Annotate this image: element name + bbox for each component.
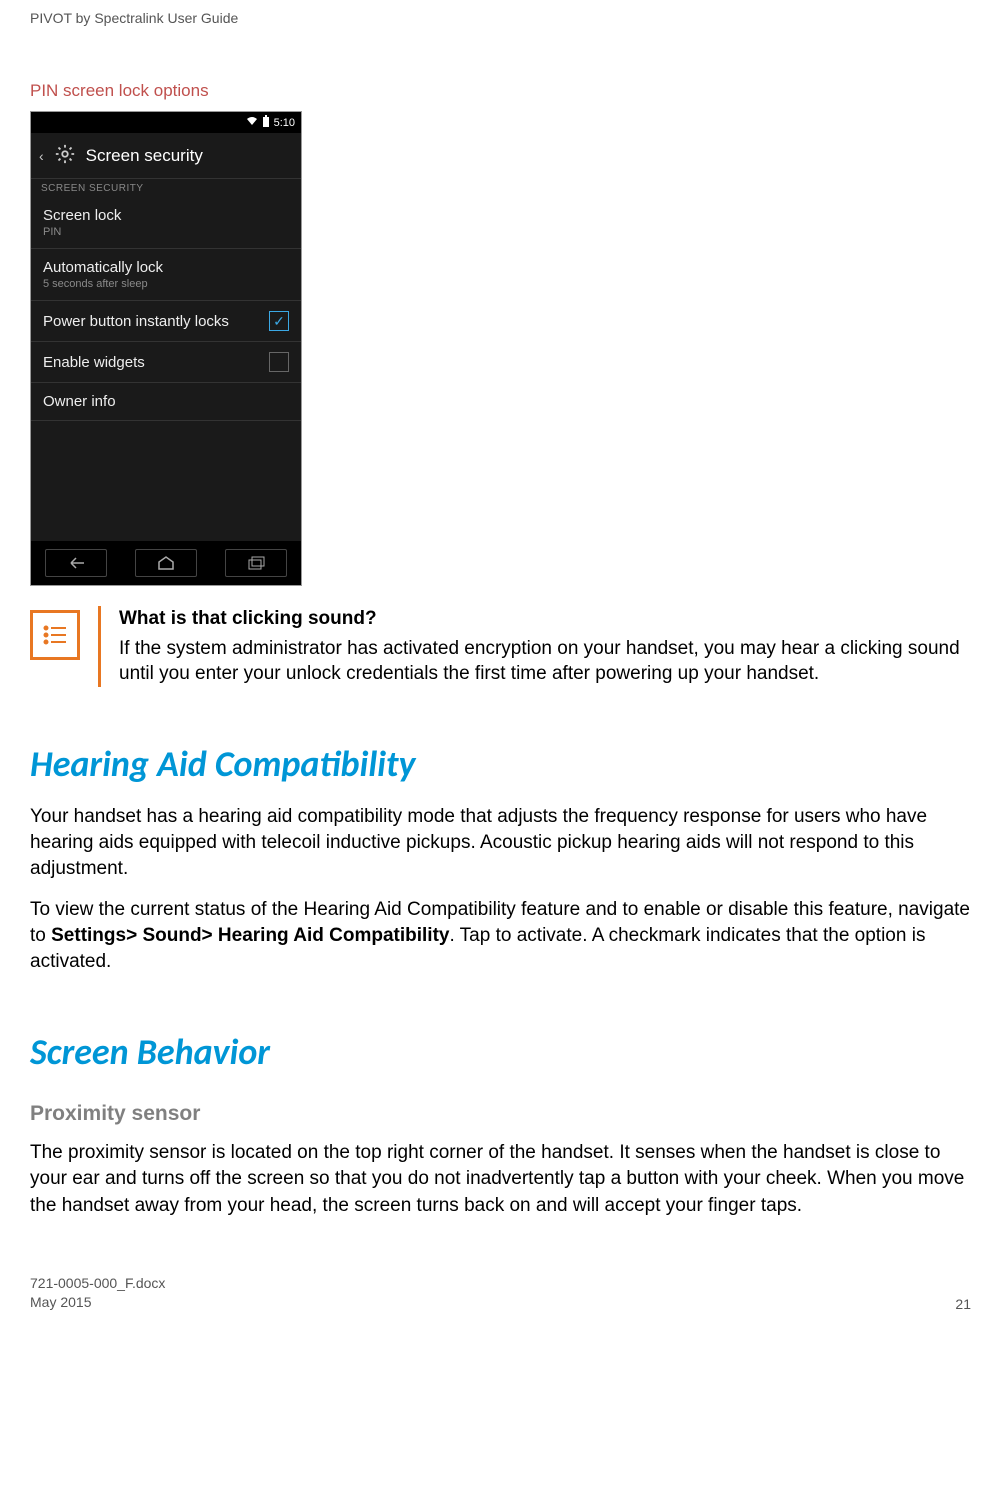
phone-blank-area [31,421,301,541]
setting-enable-widgets: Enable widgets [31,342,301,383]
doc-header: PIVOT by Spectralink User Guide [30,0,971,26]
setting-sublabel: 5 seconds after sleep [43,278,163,290]
note-callout: What is that clicking sound? If the syst… [30,606,971,687]
setting-power-button: Power button instantly locks ✓ [31,301,301,342]
note-body: If the system administrator has activate… [119,636,971,687]
note-list-icon [30,610,80,660]
footer-page-number: 21 [955,1296,971,1312]
phone-screenshot: 5:10 ‹ Screen security SCREEN SECURITY S… [30,111,302,586]
wifi-icon [246,116,258,129]
section-heading-hearing: Hearing Aid Compatibility [30,742,971,786]
subsection-heading-proximity: Proximity sensor [30,1102,971,1126]
section-heading-screen: Screen Behavior [30,1030,971,1074]
checkbox-unchecked-icon [269,352,289,372]
footer-doc-id: 721-0005-000_F.docx [30,1274,165,1293]
setting-label: Automatically lock [43,259,163,276]
note-divider [98,606,101,687]
nav-home-icon [135,549,197,577]
phone-status-bar: 5:10 [31,112,301,133]
note-heading: What is that clicking sound? [119,606,971,632]
body-paragraph: The proximity sensor is located on the t… [30,1140,971,1219]
gear-icon [54,143,76,168]
phone-screen-title: Screen security [86,146,203,166]
setting-screen-lock: Screen lock PIN [31,197,301,249]
phone-title-bar: ‹ Screen security [31,133,301,179]
setting-label: Screen lock [43,207,121,224]
setting-sublabel: PIN [43,226,121,238]
phone-section-label: SCREEN SECURITY [31,179,301,197]
checkbox-checked-icon: ✓ [269,311,289,331]
bold-path: Settings> Sound> Hearing Aid Compatibili… [51,925,449,946]
figure-caption: PIN screen lock options [30,81,971,101]
setting-label: Enable widgets [43,354,145,371]
status-time: 5:10 [274,117,295,129]
setting-auto-lock: Automatically lock 5 seconds after sleep [31,249,301,301]
battery-icon [262,115,270,130]
body-paragraph: To view the current status of the Hearin… [30,897,971,976]
setting-owner-info: Owner info [31,383,301,421]
setting-label: Power button instantly locks [43,313,229,330]
nav-back-icon [45,549,107,577]
setting-label: Owner info [43,393,116,410]
page-footer: 721-0005-000_F.docx May 2015 21 [30,1274,971,1312]
body-paragraph: Your handset has a hearing aid compatibi… [30,804,971,883]
nav-recent-icon [225,549,287,577]
back-chevron-icon: ‹ [39,148,44,164]
footer-date: May 2015 [30,1293,165,1312]
phone-nav-bar [31,541,301,585]
